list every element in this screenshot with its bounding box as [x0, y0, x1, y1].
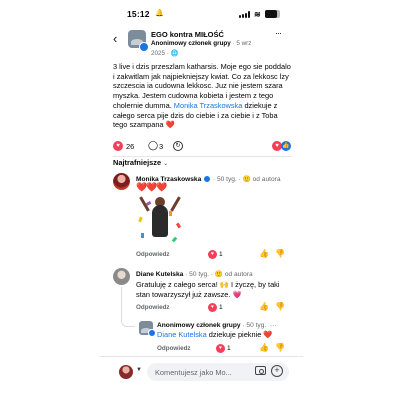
thumbs-up-icon[interactable]: 👍	[259, 302, 269, 311]
status-time: 15:12	[127, 9, 150, 19]
current-user-avatar[interactable]	[119, 365, 133, 379]
thumbs-up-icon[interactable]: 👍	[259, 249, 269, 258]
comment-reaction-count[interactable]: 1	[227, 345, 231, 352]
post-date: · 5 wrz	[232, 40, 252, 47]
thumbs-down-icon[interactable]: 👎	[275, 249, 285, 258]
comment-reaction-count[interactable]: 1	[219, 251, 223, 258]
thumbs-down-icon[interactable]: 👎	[275, 302, 285, 311]
status-bar: 15:12 🔔 ≋	[99, 0, 303, 26]
phone-screen: 15:12 🔔 ≋ ‹ EGO kontra MIŁOŚĆ Anonimowy …	[99, 0, 303, 400]
commenter-name[interactable]: Diane Kutelska	[136, 271, 183, 278]
signal-icon	[239, 11, 251, 18]
sort-label: Najtrafniejsze	[113, 158, 162, 167]
love-reaction-icon[interactable]: ♥	[208, 250, 217, 259]
anonymous-badge-icon	[148, 329, 156, 337]
post-date-year: 2025 · 🌐	[151, 50, 179, 57]
comment-composer: ▼ Komentujesz jako Mo... +	[99, 356, 303, 388]
post-author: Anonimowy członek grupy	[151, 40, 231, 47]
comment-meta: · 50 tyg.	[242, 322, 267, 329]
thumbs-up-icon[interactable]: 👍	[259, 343, 269, 352]
comment-meta: · 50 tyg. · 🙂 od autora	[185, 271, 253, 278]
thumbs-down-icon[interactable]: 👎	[275, 343, 285, 352]
more-options-icon[interactable]: ···	[275, 28, 282, 38]
more-options-icon[interactable]: ···	[268, 322, 277, 329]
commenter-name[interactable]: Anonimowy członek grupy	[157, 322, 241, 329]
comment-icon[interactable]: ◯	[148, 140, 158, 151]
avatar[interactable]	[113, 268, 130, 285]
chevron-down-icon: ⌄	[163, 161, 169, 167]
battery-icon	[265, 10, 280, 18]
comment-text: Gratuluję z całego serca! 🙌 I życzę, by …	[136, 280, 280, 299]
post-reactions-bar: ♥ 26 ◯ 3 ↻ ♥ 👍	[113, 140, 293, 153]
add-icon[interactable]: +	[271, 365, 283, 377]
comment-input-placeholder: Komentujesz jako Mo...	[155, 368, 232, 377]
comment-mention[interactable]: Diane Kutelska	[157, 330, 207, 339]
post-author-line: Anonimowy członek grupy · 5 wrz	[151, 40, 251, 47]
comment-reaction-count[interactable]: 1	[219, 304, 223, 311]
back-icon[interactable]: ‹	[113, 32, 117, 45]
love-reaction-icon[interactable]: ♥	[208, 303, 217, 312]
reply-button[interactable]: Odpowiedz	[157, 345, 191, 352]
camera-icon[interactable]	[255, 366, 266, 375]
post-mention[interactable]: Monika Trzaskowska	[174, 101, 243, 110]
comment-header: Anonimowy członek grupy · 50 tyg. ···	[157, 322, 276, 329]
love-reaction-icon[interactable]: ♥	[216, 344, 225, 353]
group-name[interactable]: EGO kontra MIŁOŚĆ	[151, 30, 224, 39]
share-icon[interactable]: ↻	[173, 141, 183, 151]
comment-text: ❤️❤️❤️	[136, 182, 168, 192]
notification-bell-icon: 🔔	[155, 10, 164, 17]
wifi-icon: ≋	[254, 10, 261, 19]
post-header: ‹ EGO kontra MIŁOŚĆ Anonimowy członek gr…	[99, 26, 303, 62]
comment-input[interactable]: Komentujesz jako Mo... +	[147, 363, 289, 381]
thread-connector	[121, 311, 135, 327]
anonymous-badge-icon	[139, 42, 149, 52]
celebration-gif[interactable]	[135, 193, 185, 243]
comment-sort-dropdown[interactable]: Najtrafniejsze ⌄	[113, 158, 168, 167]
post-text: 3 live i dzis przeszlam katharsis. Moje …	[113, 62, 293, 130]
reply-button[interactable]: Odpowiedz	[136, 304, 170, 311]
avatar[interactable]	[113, 173, 130, 190]
thread-line	[121, 287, 122, 311]
comment-count[interactable]: 3	[159, 142, 163, 151]
comment-text: Diane Kutelska dziekuje pieknie ❤️	[157, 330, 292, 340]
reaction-count[interactable]: 26	[126, 142, 134, 151]
comment-header: Diane Kutelska · 50 tyg. · 🙂 od autora	[136, 270, 253, 278]
comment-text-part: dziekuje pieknie ❤️	[206, 330, 273, 339]
like-reaction-icon[interactable]: 👍	[281, 141, 291, 151]
reply-button[interactable]: Odpowiedz	[136, 251, 170, 258]
divider	[113, 156, 291, 157]
verified-badge-icon	[204, 176, 211, 182]
love-reaction-icon[interactable]: ♥	[113, 141, 123, 151]
comment-meta: · 50 tyg. · 🙂 od autora	[212, 176, 281, 183]
caret-down-icon[interactable]: ▼	[136, 367, 142, 373]
